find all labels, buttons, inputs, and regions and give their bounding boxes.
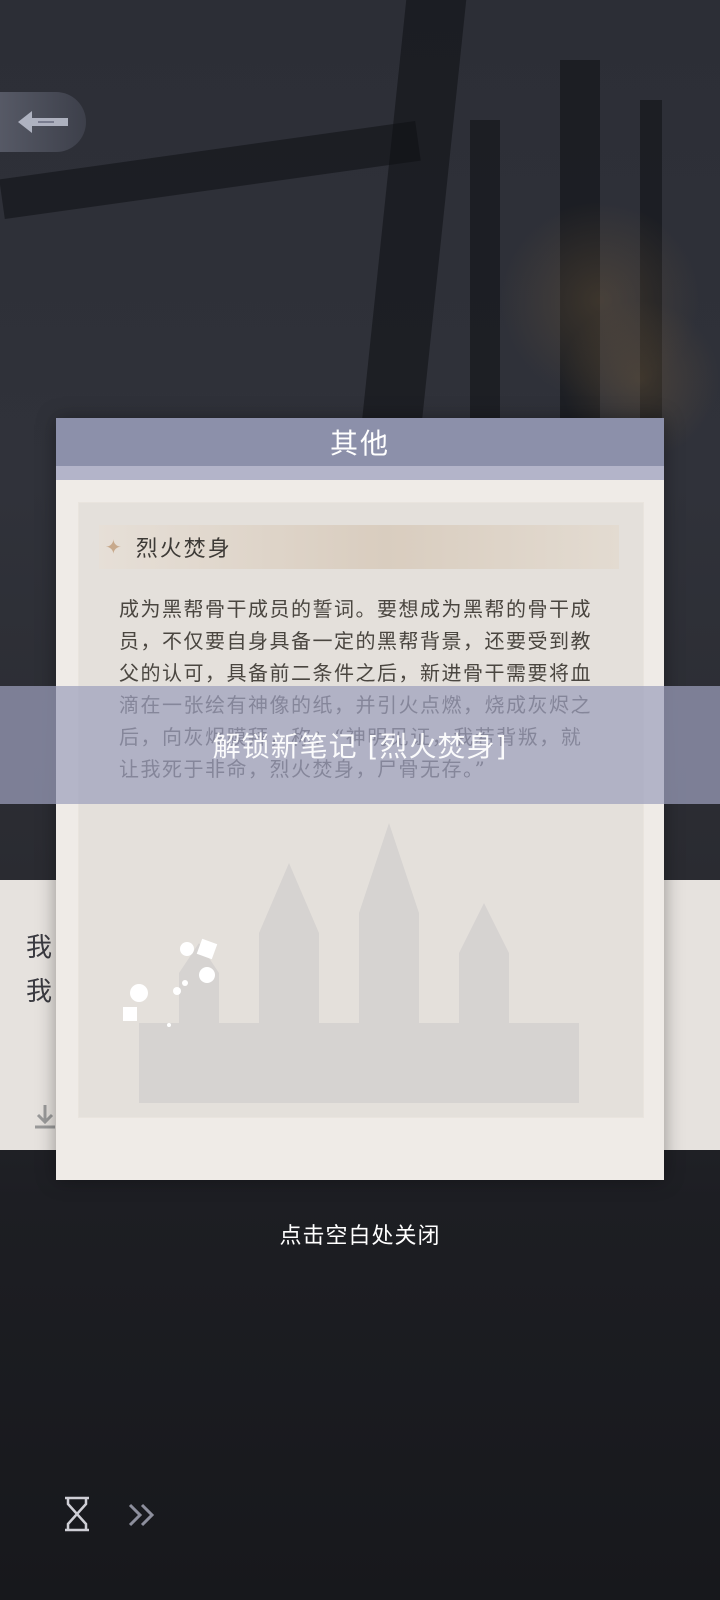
- skip-icon[interactable]: [126, 1500, 162, 1530]
- dialog-text: 我 我: [26, 926, 52, 1014]
- dialog-line-1: 我: [26, 933, 53, 963]
- unlock-banner: 解锁新笔记 [烈火焚身]: [0, 686, 720, 804]
- note-panel: ✦ 烈火焚身 成为黑帮骨干成员的誓词。要想成为黑帮的骨干成员，不仅要自身具备一定…: [78, 502, 644, 1118]
- note-title: 烈火焚身: [135, 537, 232, 562]
- banner-text: 解锁新笔记 [烈火焚身]: [212, 730, 508, 763]
- back-button[interactable]: [0, 92, 86, 152]
- hourglass-icon[interactable]: [62, 1496, 92, 1532]
- back-arrow-icon: [18, 111, 68, 133]
- note-title-bar: ✦ 烈火焚身: [99, 525, 619, 569]
- star-icon: ✦: [105, 535, 122, 559]
- card-header-band: [56, 466, 664, 480]
- card-title: 其他: [329, 427, 390, 460]
- close-hint[interactable]: 点击空白处关闭: [0, 1218, 720, 1250]
- card-header: 其他: [56, 418, 664, 466]
- sparkle-decoration: [123, 938, 218, 1027]
- dialog-line-2: 我: [26, 977, 53, 1007]
